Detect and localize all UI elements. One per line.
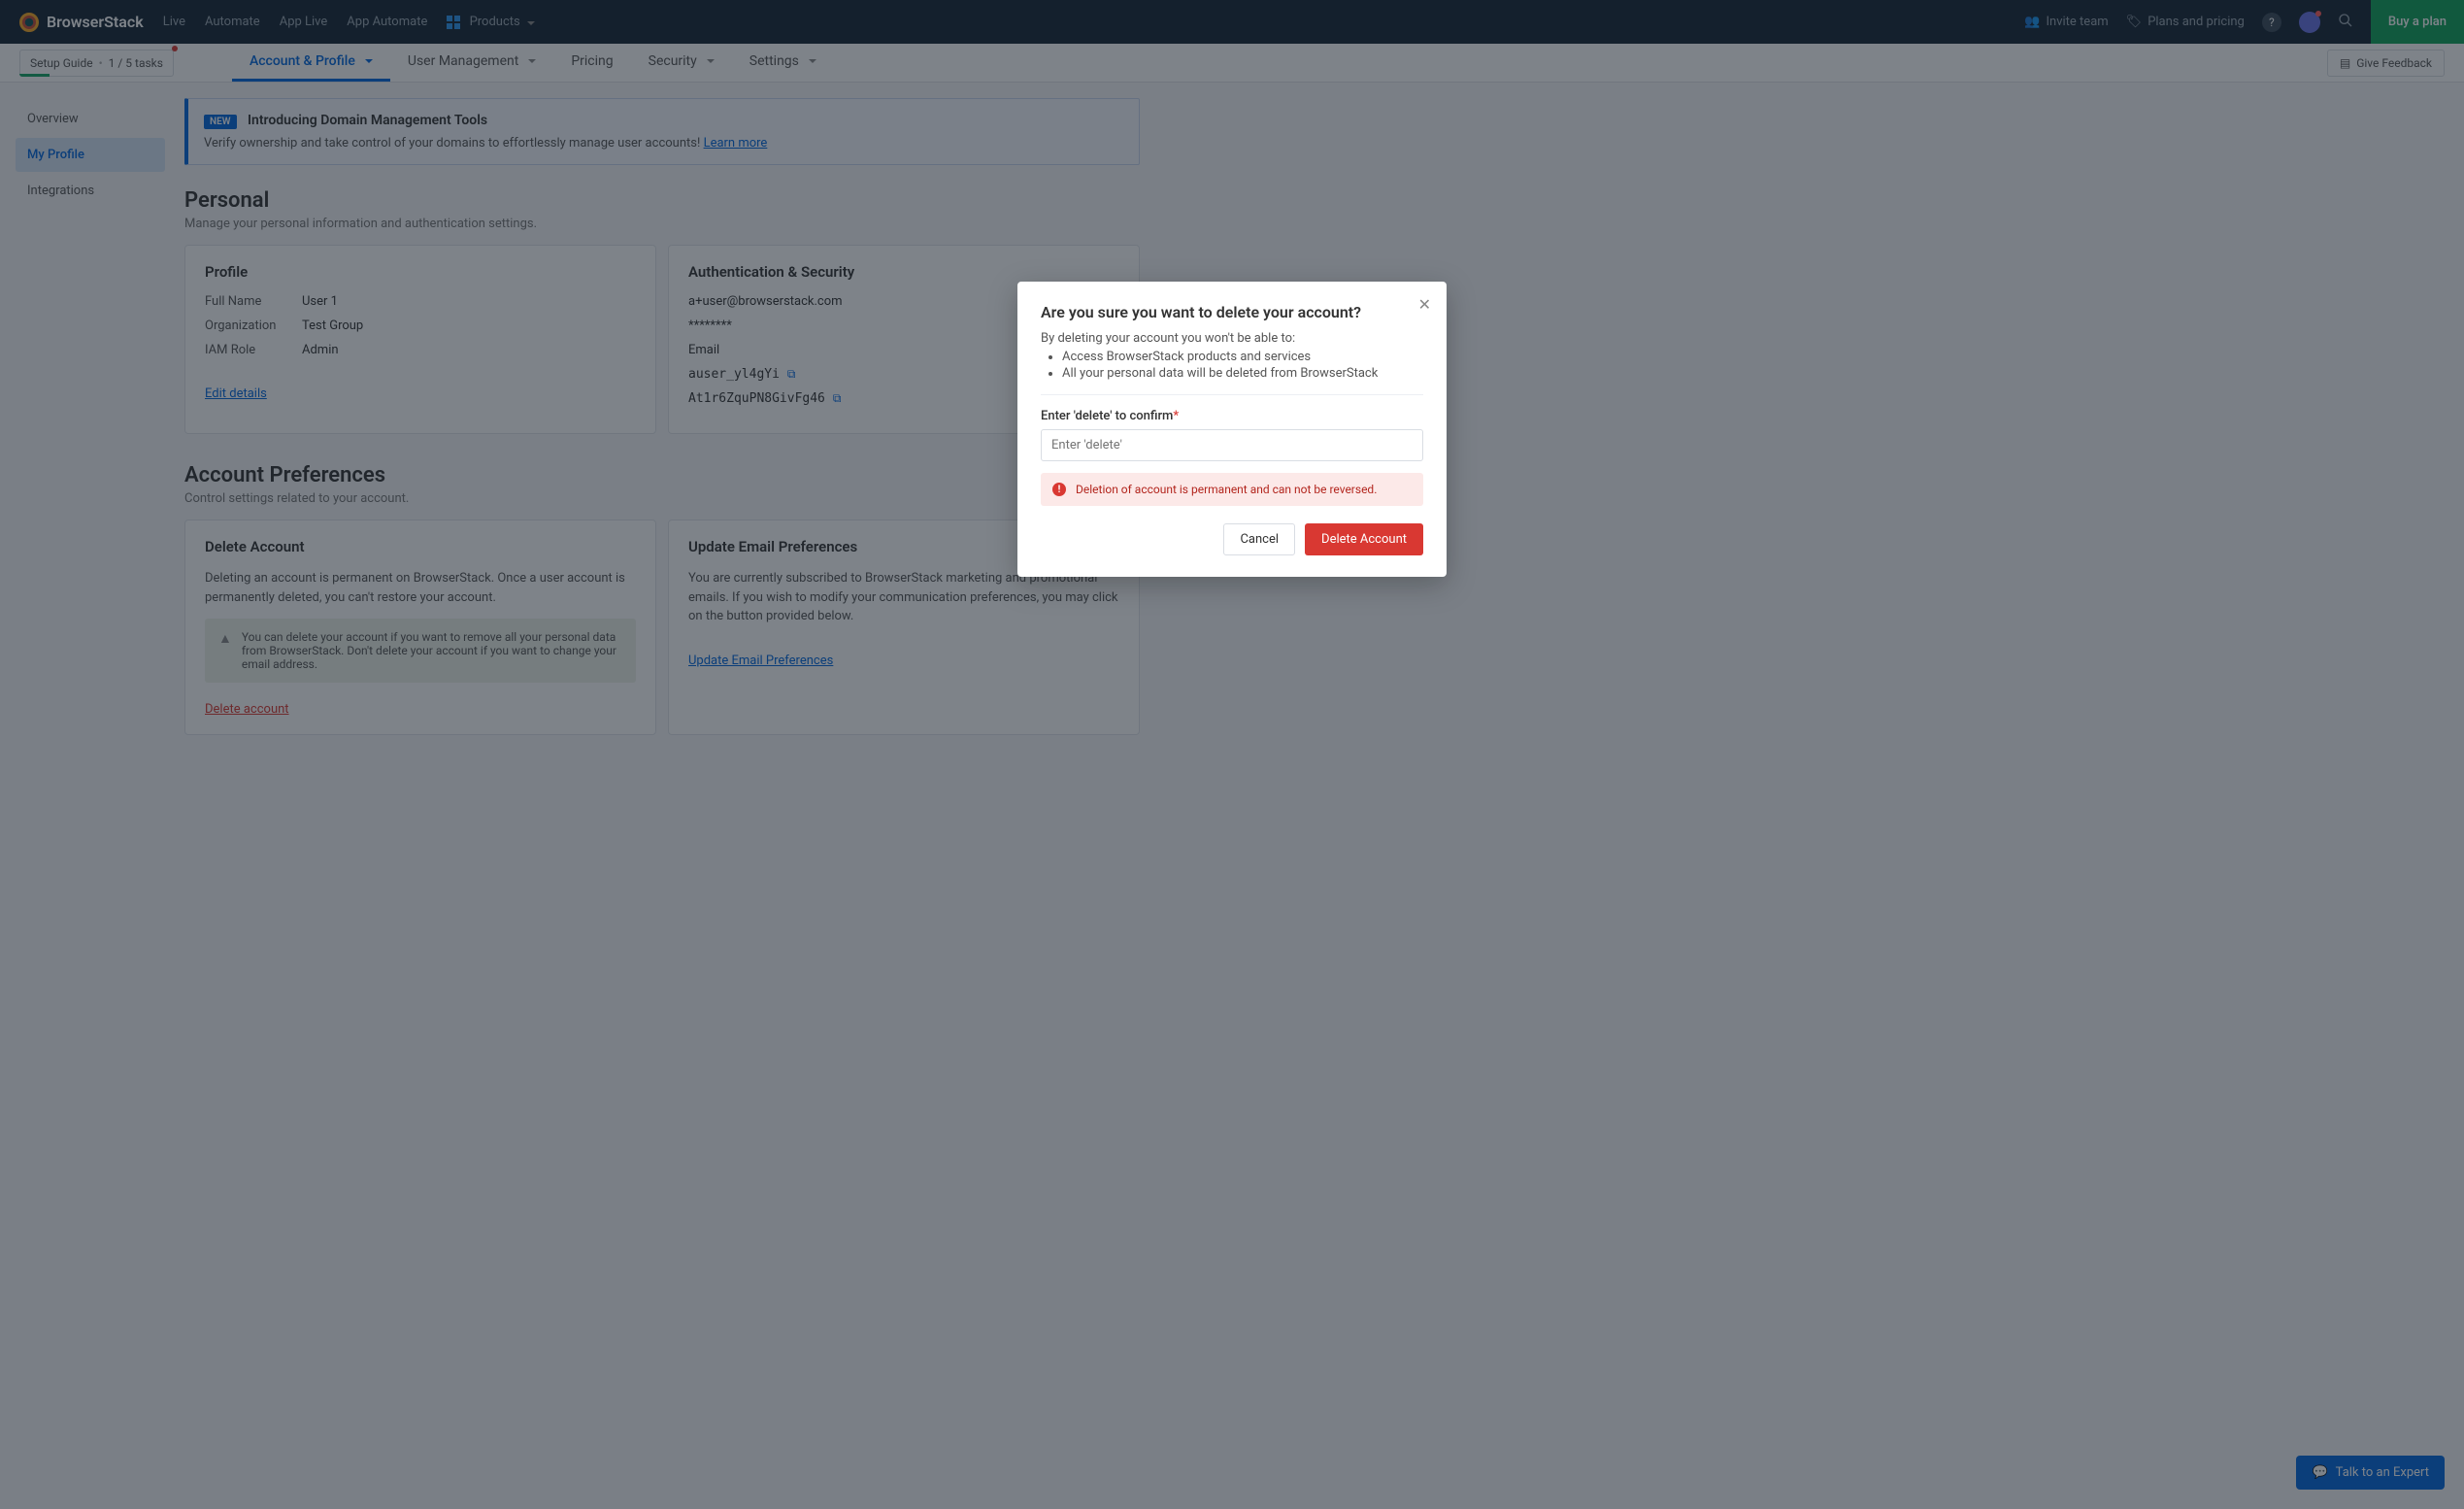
modal-title: Are you sure you want to delete your acc…: [1041, 303, 1423, 321]
delete-account-modal: ✕ Are you sure you want to delete your a…: [1017, 282, 1447, 577]
modal-actions: Cancel Delete Account: [1041, 523, 1423, 555]
required-asterisk: *: [1173, 409, 1179, 423]
modal-alert-text: Deletion of account is permanent and can…: [1076, 483, 1377, 496]
modal-close-icon[interactable]: ✕: [1418, 295, 1431, 314]
modal-alert: ! Deletion of account is permanent and c…: [1041, 473, 1423, 506]
modal-overlay: ✕ Are you sure you want to delete your a…: [0, 0, 2464, 1509]
cancel-button[interactable]: Cancel: [1223, 523, 1295, 555]
alert-icon: !: [1052, 483, 1066, 496]
modal-bullet-1: Access BrowserStack products and service…: [1062, 350, 1423, 364]
delete-confirm-input[interactable]: [1041, 429, 1423, 461]
modal-confirm-label: Enter 'delete' to confirm*: [1041, 409, 1423, 423]
modal-bullet-2: All your personal data will be deleted f…: [1062, 366, 1423, 381]
modal-bullets: Access BrowserStack products and service…: [1062, 350, 1423, 381]
modal-divider: [1041, 394, 1423, 395]
modal-intro: By deleting your account you won't be ab…: [1041, 331, 1423, 346]
delete-account-button[interactable]: Delete Account: [1305, 523, 1423, 555]
